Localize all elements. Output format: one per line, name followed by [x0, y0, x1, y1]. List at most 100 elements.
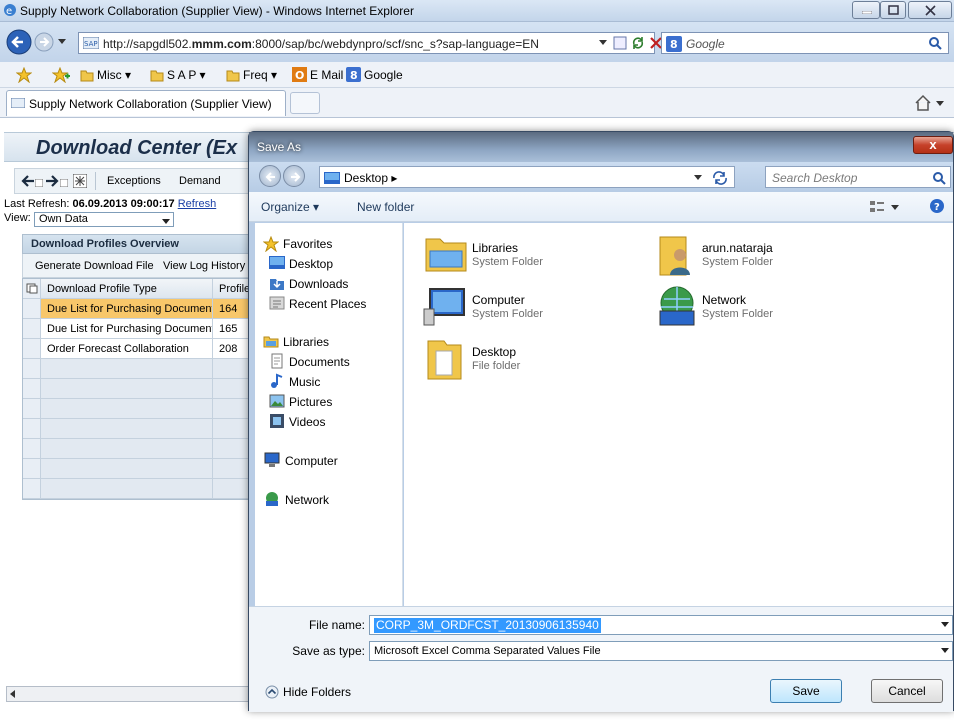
toolbar-divider: [95, 172, 96, 190]
cell-profile: 208: [213, 339, 253, 358]
minimize-button[interactable]: [852, 1, 880, 19]
close-icon: x: [929, 137, 937, 152]
browser-tab-bar: Supply Network Collaboration (Supplier V…: [0, 88, 954, 118]
file-name-input[interactable]: CORP_3M_ORDFCST_20130906135940: [369, 615, 953, 635]
dialog-close-button[interactable]: x: [913, 136, 953, 154]
tab-title: Supply Network Collaboration (Supplier V…: [29, 97, 272, 111]
fav-misc[interactable]: Misc ▾: [97, 68, 131, 82]
browser-tab-active[interactable]: Supply Network Collaboration (Supplier V…: [6, 90, 286, 116]
hide-folders-button[interactable]: Hide Folders: [283, 685, 351, 699]
organize-button[interactable]: Organize ▾: [261, 200, 319, 214]
favorites-star-icon[interactable]: [16, 67, 32, 83]
row-selector[interactable]: [23, 319, 41, 338]
nav-desktop[interactable]: Desktop: [289, 257, 333, 271]
dialog-search-input[interactable]: Search Desktop: [765, 166, 951, 188]
libraries-folder-icon: [425, 238, 467, 272]
toolbar-exceptions[interactable]: Exceptions: [107, 175, 161, 187]
fav-sap[interactable]: S A P ▾: [167, 68, 206, 82]
maximize-button[interactable]: [880, 1, 906, 19]
save-button[interactable]: Save: [770, 679, 842, 703]
fav-email[interactable]: E Mail: [310, 68, 343, 82]
back-icon[interactable]: [6, 29, 32, 55]
sap-page-icon: SAP: [83, 37, 99, 49]
search-placeholder: Google: [686, 37, 725, 51]
save-as-dialog: Save As x Desktop ▸ Search Desktop Organ…: [248, 131, 954, 712]
breadcrumb-desktop[interactable]: Desktop ▸: [344, 171, 397, 185]
compatibility-icon[interactable]: [613, 36, 627, 50]
page-title: Download Center (Ex: [36, 137, 238, 159]
history-dropdown-icon[interactable]: [58, 39, 66, 45]
scroll-left-icon[interactable]: [9, 690, 17, 698]
col-header-profile-type[interactable]: Download Profile Type: [41, 279, 213, 298]
toolbar-demand[interactable]: Demand: [179, 175, 221, 187]
item-type: File folder: [472, 360, 521, 372]
videos-icon: [270, 414, 284, 428]
search-icon[interactable]: [932, 171, 946, 185]
nav-documents[interactable]: Documents: [289, 355, 350, 369]
nav-favorites[interactable]: Favorites: [283, 237, 332, 251]
new-tab-button[interactable]: [290, 92, 320, 114]
forward-icon[interactable]: [34, 32, 54, 52]
help-icon[interactable]: ?: [929, 198, 945, 214]
generate-download-file-button[interactable]: Generate Download File: [35, 260, 154, 272]
nav-libraries[interactable]: Libraries: [283, 335, 329, 349]
desktop-icon: [269, 256, 285, 269]
ie-logo-icon: e: [4, 4, 16, 17]
window-close-button[interactable]: [908, 1, 952, 19]
svg-text:?: ?: [934, 202, 940, 213]
fav-google[interactable]: Google: [364, 68, 403, 82]
row-selector[interactable]: [23, 339, 41, 358]
add-favorite-icon[interactable]: [52, 67, 70, 83]
nav-pictures[interactable]: Pictures: [289, 395, 332, 409]
search-icon[interactable]: [928, 36, 942, 50]
history-button[interactable]: History: [211, 260, 245, 272]
cell-profile-type: Due List for Purchasing Documents: [41, 319, 213, 338]
dialog-back-button[interactable]: [259, 165, 281, 187]
forward-arrow-icon[interactable]: [45, 175, 59, 187]
back-arrow-icon[interactable]: [21, 175, 35, 187]
svg-text:SAP: SAP: [84, 40, 98, 48]
folder-icon: [150, 70, 164, 82]
save-as-type-select[interactable]: Microsoft Excel Comma Separated Values F…: [369, 641, 953, 661]
cell-profile: 165: [213, 319, 253, 338]
dialog-bottom-panel: File name: CORP_3M_ORDFCST_2013090613594…: [249, 606, 953, 712]
dialog-forward-button[interactable]: [283, 165, 305, 187]
cell-profile-type: Order Forecast Collaboration: [41, 339, 213, 358]
breadcrumb[interactable]: Desktop ▸: [319, 166, 735, 188]
forward-icon: [291, 172, 301, 182]
search-box[interactable]: 8 Google: [661, 32, 949, 54]
nav-recent-places[interactable]: Recent Places: [289, 297, 366, 311]
chevron-down-icon[interactable]: [941, 622, 949, 627]
address-dropdown-icon[interactable]: [599, 40, 607, 46]
chevron-down-icon[interactable]: [891, 205, 899, 211]
chevron-down-icon[interactable]: [694, 175, 702, 181]
close-icon: [925, 5, 936, 16]
address-bar[interactable]: SAP http://sapgdl502.mmm.com:8000/sap/bc…: [78, 32, 662, 54]
navigation-pane: Favorites Desktop Downloads Recent Place…: [255, 223, 403, 606]
view-options-icon[interactable]: [869, 200, 885, 214]
favorites-grid-icon[interactable]: [73, 174, 87, 188]
folder-icon: [427, 340, 462, 380]
cancel-button[interactable]: Cancel: [871, 679, 943, 703]
chevron-up-icon[interactable]: [265, 685, 279, 699]
fav-freq[interactable]: Freq ▾: [243, 68, 277, 82]
nav-network[interactable]: Network: [285, 493, 329, 507]
home-icon[interactable]: [914, 94, 932, 112]
home-dropdown-icon[interactable]: [936, 101, 944, 107]
refresh-icon[interactable]: [631, 36, 645, 50]
view-log-button[interactable]: View Log: [163, 260, 208, 272]
nav-music[interactable]: Music: [289, 375, 320, 389]
nav-computer[interactable]: Computer: [285, 454, 338, 468]
refresh-link[interactable]: Refresh: [178, 198, 217, 210]
row-selector[interactable]: [23, 299, 41, 318]
refresh-icon[interactable]: [712, 171, 728, 185]
music-icon: [271, 373, 283, 388]
nav-videos[interactable]: Videos: [289, 415, 325, 429]
select-all-cell[interactable]: [23, 279, 41, 298]
nav-downloads[interactable]: Downloads: [289, 277, 348, 291]
view-select[interactable]: Own Data: [34, 212, 174, 227]
view-select-value: Own Data: [39, 213, 88, 225]
minimize-icon: [862, 11, 872, 14]
new-folder-button[interactable]: New folder: [357, 200, 414, 214]
col-header-profile[interactable]: Profile: [213, 279, 253, 298]
